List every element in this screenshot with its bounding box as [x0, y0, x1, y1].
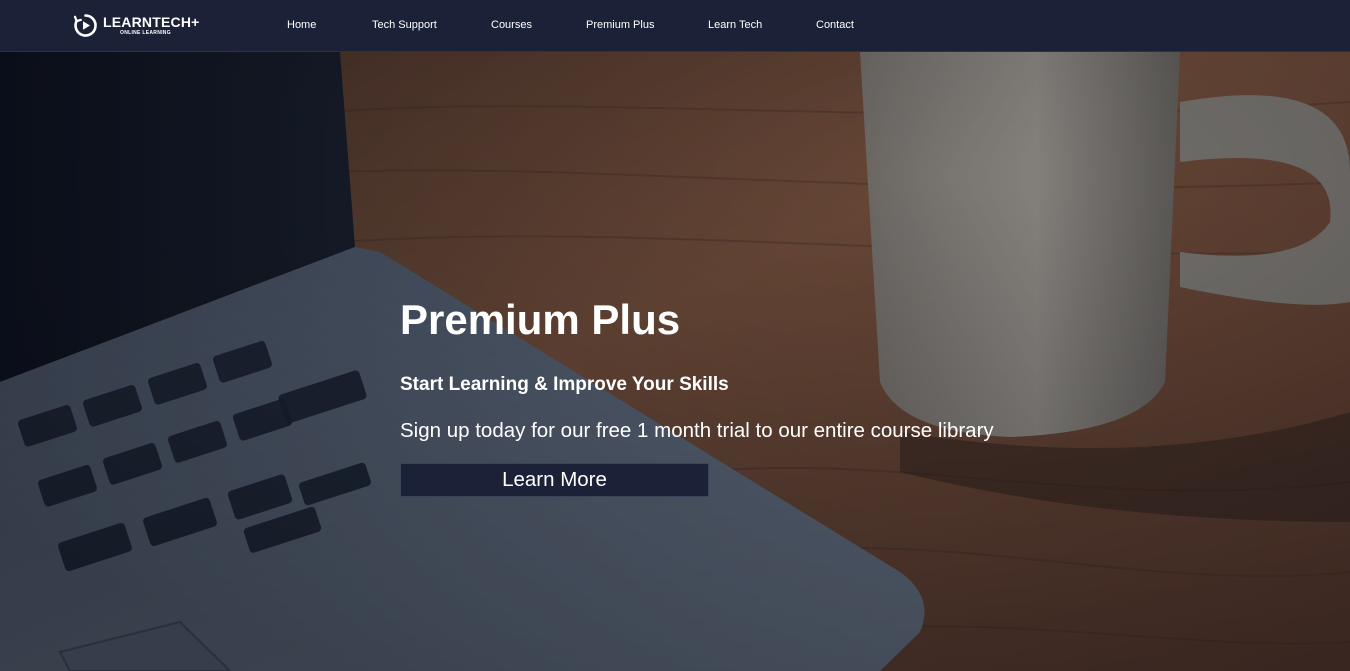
nav-link-premium-plus[interactable]: Premium Plus [586, 18, 654, 32]
nav-link-courses[interactable]: Courses [491, 18, 532, 32]
nav-link-home[interactable]: Home [287, 18, 316, 32]
hero-overlay [0, 52, 1350, 671]
hero-section: Premium Plus Start Learning & Improve Yo… [0, 52, 1350, 671]
brand-tagline: ONLINE LEARNING [120, 29, 171, 36]
nav-link-tech-support[interactable]: Tech Support [372, 18, 437, 32]
navbar: LEARNTECH+ ONLINE LEARNING Home Tech Sup… [0, 0, 1350, 52]
hero-title: Premium Plus [400, 296, 681, 343]
brand-name: LEARNTECH+ [103, 13, 200, 30]
hero-subtitle: Start Learning & Improve Your Skills [400, 374, 729, 395]
learn-more-button[interactable]: Learn More [400, 463, 709, 497]
brand-logo[interactable]: LEARNTECH+ ONLINE LEARNING [73, 10, 200, 40]
nav-link-learn-tech[interactable]: Learn Tech [708, 18, 762, 32]
nav-link-contact[interactable]: Contact [816, 18, 854, 32]
play-circle-icon [73, 13, 98, 38]
hero-description: Sign up today for our free 1 month trial… [400, 419, 994, 442]
